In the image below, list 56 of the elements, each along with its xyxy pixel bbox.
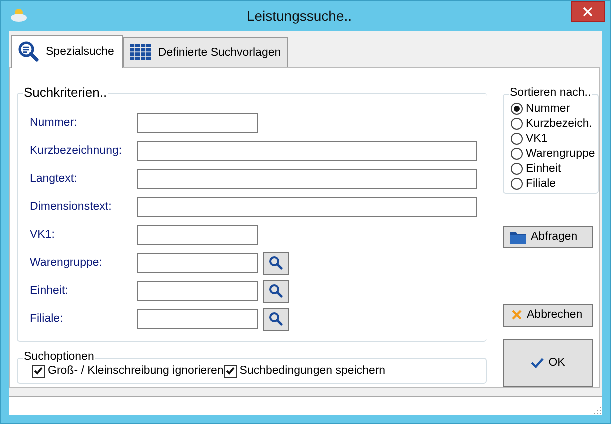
lookup-button[interactable] [263,308,289,330]
search-icon [269,284,283,298]
field-label: Dimensionstext: [30,201,113,213]
lookup-button[interactable] [263,280,289,302]
field-label: Nummer: [30,117,78,129]
radio-label: Einheit [526,162,562,174]
checkbox-label: Groß- / Kleinschreibung ignorieren [48,365,224,377]
checkbox[interactable] [224,364,237,378]
input-field[interactable] [137,169,477,189]
close-icon [512,310,522,320]
checkmark-icon [530,358,544,368]
radio-button[interactable] [511,178,523,190]
search-icon [269,256,283,270]
input-field[interactable] [137,113,258,133]
checkbox[interactable] [32,364,45,378]
input-field[interactable] [137,225,258,245]
field-label: Einheit: [30,285,70,297]
folder-icon [510,230,526,244]
group-title: Sortieren nach.. [509,87,592,99]
ok-button[interactable]: OK [503,338,593,387]
input-field[interactable] [137,309,258,329]
search-icon [269,312,283,326]
field-label: VK1: [30,229,56,241]
checkbox-label: Suchbedingungen speichern [240,365,386,377]
radio-label: Nummer [526,102,570,114]
lookup-button[interactable] [263,252,289,274]
window-title: Leistungssuche.. [246,7,354,26]
cancel-button[interactable]: Abbrechen [503,304,593,327]
tab[interactable]: Definierte Suchvorlagen [123,37,288,67]
group-title: Suchoptionen [23,351,96,363]
close-button[interactable] [571,1,605,22]
radio-label: VK1 [526,132,548,144]
input-field[interactable] [137,141,477,161]
input-field[interactable] [137,253,258,273]
radio-button[interactable] [511,118,523,130]
tab[interactable]: Spezialsuche [11,35,124,68]
close-icon [583,6,593,16]
field-label: Langtext: [30,173,78,185]
input-field[interactable] [137,281,258,301]
resize-grip-icon [592,405,602,415]
grid-icon [130,44,152,61]
radio-label: Kurzbezeich. [526,118,592,130]
radio-label: Warengruppe [526,148,596,160]
radio-button[interactable] [511,102,523,114]
field-label: Filiale: [30,313,64,325]
radio-button[interactable] [511,132,523,144]
radio-button[interactable] [511,162,523,174]
field-label: Warengruppe: [30,257,104,269]
radio-button[interactable] [511,148,523,160]
field-label: Kurzbezeichnung: [30,145,124,157]
radio-label: Filiale [526,178,556,190]
cloud-sun-icon [10,7,28,23]
query-button[interactable]: Abfragen [503,226,593,248]
search-icon [18,41,40,63]
group-title: Suchkriterien.. [23,85,108,100]
input-field[interactable] [137,197,477,217]
